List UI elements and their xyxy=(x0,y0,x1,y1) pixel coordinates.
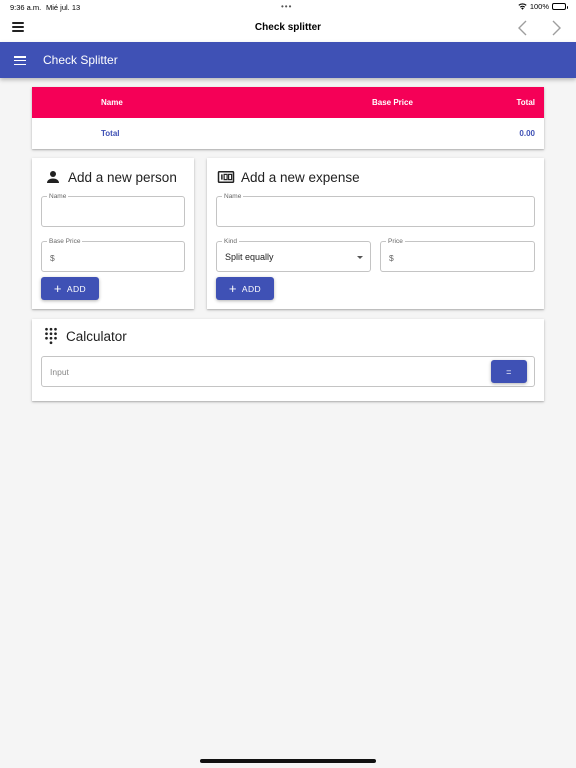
equals-button-label: = xyxy=(506,366,512,377)
calculator-input[interactable]: Input xyxy=(41,356,535,387)
summary-table: Name Base Price Total Total 0.00 xyxy=(32,87,544,149)
multitask-dots[interactable]: ••• xyxy=(281,2,292,11)
calculator-header: Calculator xyxy=(42,327,127,345)
add-person-card: Add a new person Name Base Price $ + ADD xyxy=(32,158,194,309)
base-price-label: Base Price xyxy=(47,237,83,246)
chevron-left-icon[interactable] xyxy=(515,19,531,37)
person-name-field[interactable]: Name xyxy=(41,192,185,227)
expense-kind-select[interactable]: Kind Split equally xyxy=(216,237,371,272)
table-row-total: Total 0.00 xyxy=(32,118,544,149)
add-expense-button[interactable]: + ADD xyxy=(216,277,274,300)
add-person-button[interactable]: + ADD xyxy=(41,277,99,300)
kind-selected-value: Split equally xyxy=(225,252,274,262)
app-bar: Check Splitter xyxy=(0,42,576,78)
expense-name-label: Name xyxy=(222,192,244,201)
column-header-total: Total xyxy=(516,98,535,107)
add-person-title: Add a new person xyxy=(68,169,177,185)
status-date: Mié jul. 13 xyxy=(46,3,81,12)
status-time: 9:36 a.m. xyxy=(10,3,42,12)
chevron-right-icon[interactable] xyxy=(548,19,564,37)
currency-prefix: $ xyxy=(389,253,394,263)
dropdown-caret-icon xyxy=(357,256,363,259)
wifi-icon xyxy=(518,3,527,10)
plus-icon: + xyxy=(53,280,62,296)
calculator-title: Calculator xyxy=(66,328,127,344)
column-header-base-price: Base Price xyxy=(372,98,413,107)
add-expense-title: Add a new expense xyxy=(241,169,360,185)
add-person-header: Add a new person xyxy=(44,168,177,186)
receipt-icon xyxy=(217,168,235,186)
hamburger-icon[interactable] xyxy=(14,56,26,65)
table-header: Name Base Price Total xyxy=(32,87,544,118)
column-header-name: Name xyxy=(101,98,123,107)
top-nav-title: Check splitter xyxy=(254,22,322,33)
expense-name-field[interactable]: Name xyxy=(216,192,535,227)
plus-icon: + xyxy=(228,280,237,296)
calculator-card: Calculator Input = xyxy=(32,319,544,401)
app-title: Check Splitter xyxy=(43,53,118,67)
expense-price-field[interactable]: Price $ xyxy=(380,237,535,272)
price-label: Price xyxy=(386,237,405,246)
add-expense-header: Add a new expense xyxy=(217,168,360,186)
person-base-price-field[interactable]: Base Price $ xyxy=(41,237,185,272)
kind-label: Kind xyxy=(222,237,240,246)
equals-button[interactable]: = xyxy=(491,360,527,383)
total-label: Total xyxy=(101,129,120,138)
battery-percent: 100% xyxy=(529,2,549,11)
currency-prefix: $ xyxy=(50,253,55,263)
add-person-button-label: ADD xyxy=(66,283,87,294)
add-expense-card: Add a new expense Name Kind Split equall… xyxy=(207,158,544,309)
total-value: 0.00 xyxy=(519,129,535,138)
dialpad-icon xyxy=(42,327,60,345)
battery-icon xyxy=(552,3,568,10)
person-icon xyxy=(44,168,62,186)
status-bar: 9:36 a.m. Mié jul. 13 ••• 100% xyxy=(0,0,576,14)
calculator-input-placeholder: Input xyxy=(50,367,69,377)
top-nav: Check splitter xyxy=(0,14,576,42)
home-indicator xyxy=(200,759,376,763)
person-name-label: Name xyxy=(47,192,69,201)
add-expense-button-label: ADD xyxy=(241,283,262,294)
status-right: 100% xyxy=(518,2,568,11)
